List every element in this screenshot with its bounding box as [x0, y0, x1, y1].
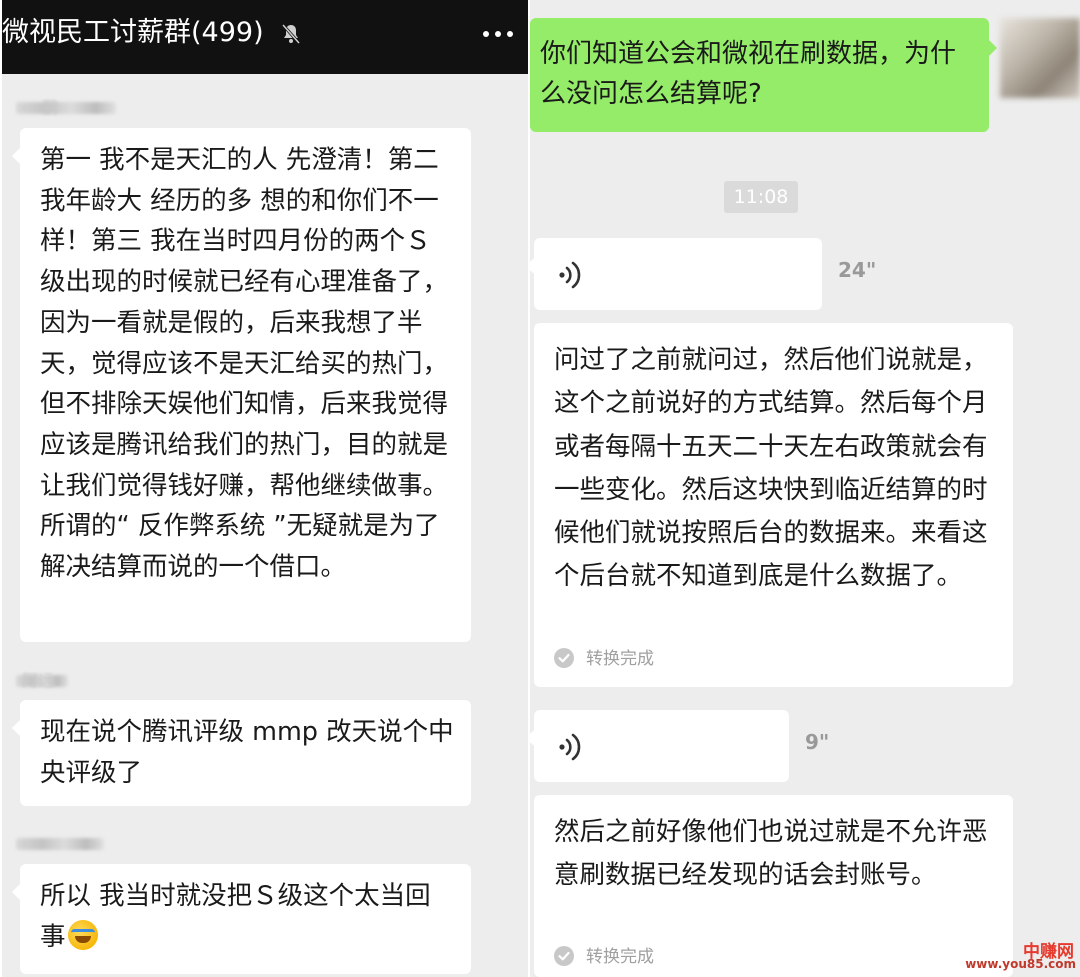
voice-duration: 9" [805, 730, 830, 754]
transcript-bubble[interactable]: 然后之前好像他们也说过就是不允许恶意刷数据已经发现的话会封账号。 转换完成 [534, 795, 1013, 977]
status-text: 转换完成 [586, 649, 654, 669]
bell-muted-icon [281, 24, 301, 44]
voice-message-bubble[interactable] [530, 238, 822, 310]
message-text: 你们知道公会和微视在刷数据，为什么没问怎么结算呢? [540, 39, 957, 109]
conversion-status: 转换完成 [554, 647, 654, 671]
chat-header: 微视民工讨薪群(499) [2, 0, 528, 74]
voice-duration: 24" [838, 258, 877, 282]
avatar-icon[interactable] [1000, 18, 1080, 98]
transcript-text: 问过了之前就问过，然后他们说就是，这个之前说好的方式结算。然后每个月或者每隔十五… [554, 345, 988, 592]
sender-name: · · 鹏 [16, 98, 116, 118]
time-stamp: 11:08 [724, 181, 798, 213]
sender-name: · · · [16, 834, 104, 854]
message-text: 第一 我不是天汇的人 先澄清！第二 我年龄大 经历的多 想的和你们不一样！第三 … [40, 145, 449, 583]
voice-wave-icon [559, 733, 581, 761]
message-text: 所以 我当时就没把Ｓ级这个太当回事 [40, 881, 431, 952]
more-dots-icon[interactable] [480, 22, 516, 46]
voice-wave-icon [559, 261, 581, 289]
conversion-status: 转换完成 [554, 945, 654, 969]
message-text: 现在说个腾讯评级 mmp 改天说个中央评级了 [40, 717, 454, 788]
message-bubble[interactable]: 所以 我当时就没把Ｓ级这个太当回事 [12, 864, 471, 974]
crying-laughing-face-icon [67, 919, 98, 950]
transcript-bubble[interactable]: 问过了之前就问过，然后他们说就是，这个之前说好的方式结算。然后每个月或者每隔十五… [534, 323, 1013, 687]
outgoing-message-bubble[interactable]: 你们知道公会和微视在刷数据，为什么没问怎么结算呢? [530, 18, 997, 132]
site-watermark: 中赚网 www.you85.com [965, 937, 1078, 975]
watermark-url: www.you85.com [965, 957, 1076, 971]
group-title[interactable]: 微视民工讨薪群(499) [2, 15, 264, 51]
check-circle-icon [554, 946, 574, 966]
left-chat-panel: 微视民工讨薪群(499) · · 鹏 第一 我不是天汇的人 先澄清！第二 我年龄… [2, 0, 528, 977]
status-text: 转换完成 [586, 947, 654, 967]
sender-name: 阿远 [16, 671, 68, 691]
right-chat-panel: 你们知道公会和微视在刷数据，为什么没问怎么结算呢? 11:08 24" 问过了之… [530, 0, 1080, 977]
voice-message-bubble[interactable] [530, 710, 789, 782]
check-circle-icon [554, 648, 574, 668]
message-bubble[interactable]: 第一 我不是天汇的人 先澄清！第二 我年龄大 经历的多 想的和你们不一样！第三 … [12, 128, 471, 642]
transcript-text: 然后之前好像他们也说过就是不允许恶意刷数据已经发现的话会封账号。 [554, 817, 988, 891]
message-bubble[interactable]: 现在说个腾讯评级 mmp 改天说个中央评级了 [12, 700, 471, 806]
